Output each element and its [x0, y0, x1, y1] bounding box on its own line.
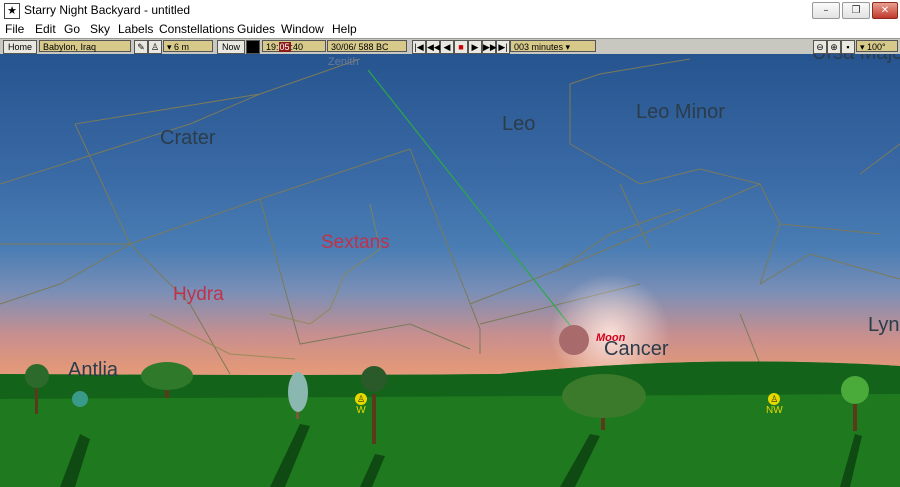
constellation-label-antlia[interactable]: Antlia — [68, 359, 118, 382]
now-button[interactable]: Now — [217, 40, 245, 54]
time-second: :40 — [290, 42, 304, 52]
menu-sky[interactable]: Sky — [90, 22, 110, 36]
fov-field[interactable]: ▾ 100° — [856, 40, 898, 52]
menu-edit[interactable]: Edit — [35, 22, 56, 36]
menu-constellations[interactable]: Constellations — [159, 22, 234, 36]
stop-button[interactable]: ■ — [454, 40, 468, 54]
menu-window[interactable]: Window — [281, 22, 324, 36]
zoom-in-icon[interactable]: ⊕ — [827, 40, 841, 54]
close-button[interactable]: ✕ — [872, 2, 898, 19]
constellation-label-sextans[interactable]: Sextans — [321, 232, 390, 254]
maximize-button[interactable]: ❐ — [842, 2, 870, 19]
moon-pointer-line — [367, 69, 581, 339]
zoom-out-icon[interactable]: ⊖ — [813, 40, 827, 54]
viewer-icon[interactable]: ♙ — [148, 40, 162, 54]
direction-label-nw: NW — [766, 405, 783, 416]
elevation-field[interactable]: ▾ 6 m — [163, 40, 213, 52]
constellation-label-leo[interactable]: Leo — [502, 113, 535, 136]
star-app-icon[interactable]: ★ — [4, 3, 20, 19]
menu-guides[interactable]: Guides — [237, 22, 275, 36]
constellation-label-leo-minor[interactable]: Leo Minor — [636, 101, 725, 124]
time-minute: 05 — [278, 42, 291, 52]
location-edit-icon[interactable]: ✎ — [134, 40, 148, 54]
time-spacer — [246, 40, 260, 54]
location-field[interactable]: Babylon, Iraq — [39, 40, 131, 52]
step-back-button[interactable]: ◀ — [440, 40, 454, 54]
constellation-label-crater[interactable]: Crater — [160, 127, 216, 150]
time-step-field[interactable]: 003 minutes ▾ — [510, 40, 596, 52]
menu-labels[interactable]: Labels — [118, 22, 153, 36]
date-field[interactable]: 30/06/ 588 BC — [327, 40, 407, 52]
direction-marker-nw[interactable]: ♙ NW — [766, 393, 783, 416]
time-field[interactable]: 19:05:40 — [262, 40, 326, 52]
menu-go[interactable]: Go — [64, 22, 80, 36]
rewind-button[interactable]: ◀◀ — [426, 40, 441, 54]
constellation-label-ursa-major[interactable]: Ursa Major — [812, 54, 900, 65]
skip-back-button[interactable]: |◀ — [412, 40, 426, 54]
sky-view[interactable]: Crater Leo Leo Minor Ursa Major Sextans … — [0, 54, 900, 487]
ground-horizon-band — [0, 361, 900, 399]
zenith-label: Zenith — [328, 56, 359, 68]
moon-label[interactable]: Moon — [596, 332, 625, 344]
fast-forward-button[interactable]: ▶▶ — [482, 40, 497, 54]
constellation-label-hydra[interactable]: Hydra — [173, 284, 224, 306]
play-button[interactable]: ▶ — [468, 40, 482, 54]
skip-forward-button[interactable]: ▶| — [496, 40, 510, 54]
menu-help[interactable]: Help — [332, 22, 357, 36]
compass-person-icon: ♙ — [768, 393, 781, 405]
home-button[interactable]: Home — [3, 40, 37, 54]
direction-marker-w[interactable]: ♙ W — [355, 393, 367, 416]
constellation-label-lynx[interactable]: Lynx — [868, 314, 900, 337]
menu-bar: File Edit Go Sky Labels Constellations G… — [0, 20, 900, 38]
menu-file[interactable]: File — [5, 22, 24, 36]
title-bar: ★ Starry Night Backyard - untitled – ❐ ✕ — [0, 0, 900, 21]
moon-icon[interactable] — [559, 325, 589, 355]
direction-label-w: W — [356, 405, 366, 416]
time-hour: 19: — [266, 42, 279, 52]
window-title: Starry Night Backyard - untitled — [24, 3, 191, 17]
compass-person-icon: ♙ — [355, 393, 367, 405]
constellation-boundaries — [0, 58, 900, 375]
sky-overlay — [0, 58, 900, 487]
zoom-reset-icon[interactable]: ▪ — [841, 40, 855, 54]
minimize-button[interactable]: – — [812, 2, 840, 19]
